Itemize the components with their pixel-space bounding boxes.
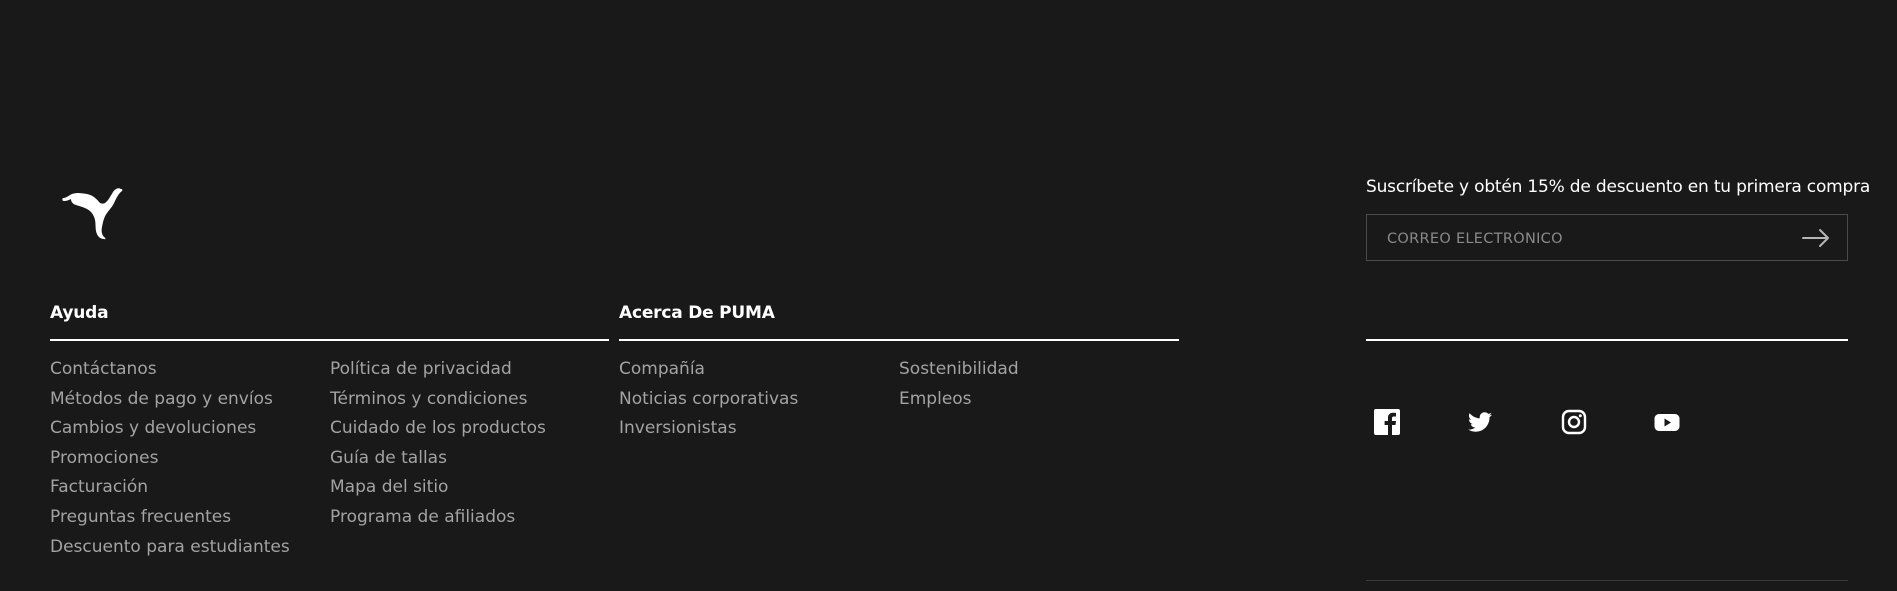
footer-link-noticias-corporativas[interactable]: Noticias corporativas xyxy=(619,388,798,418)
email-input[interactable] xyxy=(1385,215,1789,262)
twitter-icon[interactable] xyxy=(1466,408,1494,436)
footer-link-promociones[interactable]: Promociones xyxy=(50,447,290,477)
about-links-col-1: Compañía Noticias corporativas Inversionis… xyxy=(619,358,798,447)
footer-link-facturacion[interactable]: Facturación xyxy=(50,476,290,506)
newsletter-title: Suscríbete y obtén 15% de descuento en t… xyxy=(1366,177,1871,197)
footer-link-sostenibilidad[interactable]: Sostenibilidad xyxy=(899,358,1019,388)
footer-link-terminos-y-condiciones[interactable]: Términos y condiciones xyxy=(330,388,546,418)
footer-link-guia-de-tallas[interactable]: Guía de tallas xyxy=(330,447,546,477)
about-divider xyxy=(619,339,1179,341)
footer-link-cuidado-de-los-productos[interactable]: Cuidado de los productos xyxy=(330,417,546,447)
footer-link-politica-de-privacidad[interactable]: Política de privacidad xyxy=(330,358,546,388)
bottom-divider xyxy=(1366,580,1848,581)
footer-link-preguntas-frecuentes[interactable]: Preguntas frecuentes xyxy=(50,506,290,536)
instagram-icon[interactable] xyxy=(1560,408,1588,436)
footer-link-mapa-del-sitio[interactable]: Mapa del sitio xyxy=(330,476,546,506)
help-divider xyxy=(50,339,609,341)
help-links-col-2: Política de privacidad Términos y condici… xyxy=(330,358,546,536)
footer-link-programa-de-afiliados[interactable]: Programa de afiliados xyxy=(330,506,546,536)
help-section-title: Ayuda xyxy=(50,303,109,323)
newsletter-form xyxy=(1366,214,1848,262)
site-footer: Ayuda Contáctanos Métodos de pago y envío… xyxy=(0,0,1897,591)
footer-link-metodos-de-pago-y-envios[interactable]: Métodos de pago y envíos xyxy=(50,388,290,418)
puma-cat-logo-icon[interactable] xyxy=(61,187,125,241)
footer-link-empleos[interactable]: Empleos xyxy=(899,388,1019,418)
about-section-title: Acerca De PUMA xyxy=(619,303,775,323)
footer-link-cambios-y-devoluciones[interactable]: Cambios y devoluciones xyxy=(50,417,290,447)
youtube-icon[interactable] xyxy=(1653,408,1681,436)
about-links-col-2: Sostenibilidad Empleos xyxy=(899,358,1019,417)
facebook-icon[interactable] xyxy=(1373,408,1401,436)
footer-link-compania[interactable]: Compañía xyxy=(619,358,798,388)
footer-link-contactanos[interactable]: Contáctanos xyxy=(50,358,290,388)
footer-link-inversionistas[interactable]: Inversionistas xyxy=(619,417,798,447)
arrow-right-icon[interactable] xyxy=(1801,227,1831,249)
newsletter-divider xyxy=(1366,339,1848,341)
footer-link-descuento-para-estudiantes[interactable]: Descuento para estudiantes xyxy=(50,536,290,566)
help-links-col-1: Contáctanos Métodos de pago y envíos Cambi… xyxy=(50,358,290,565)
